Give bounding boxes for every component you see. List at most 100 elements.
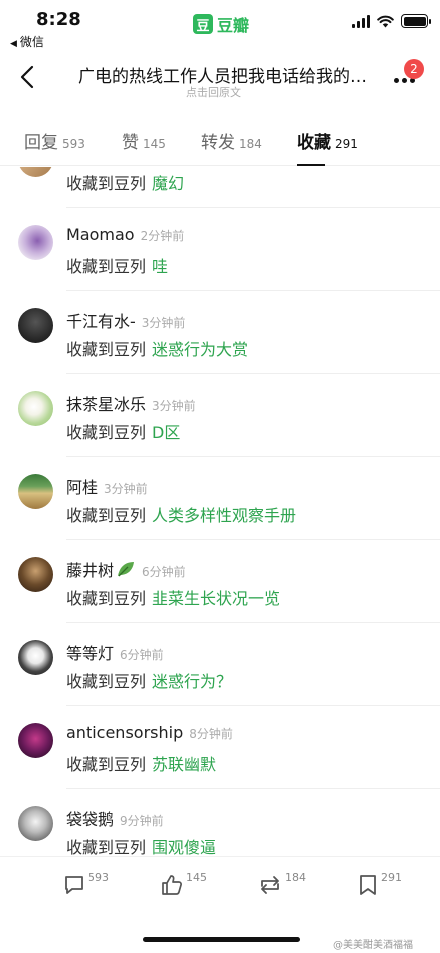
time-ago: 3分钟前	[152, 399, 196, 413]
tab-count: 291	[335, 137, 358, 151]
cellular-signal-icon	[352, 14, 370, 28]
thumbs-up-icon	[162, 875, 182, 895]
user-name-text: anticensorship	[66, 723, 184, 742]
list-item[interactable]: 袋袋鹅 9分钟前 收藏到豆列 围观傻逼	[0, 789, 440, 856]
user-name[interactable]: 抹茶星冰乐 3分钟前	[66, 391, 196, 415]
time-ago: 8分钟前	[189, 727, 233, 741]
tab-likes[interactable]: 赞 145	[122, 128, 166, 153]
user-name[interactable]: Maomao 2分钟前	[66, 225, 184, 244]
doulist-link[interactable]: D区	[152, 423, 180, 442]
leaf-badge-icon	[118, 562, 135, 577]
user-name[interactable]: 千江有水- 3分钟前	[66, 308, 185, 332]
doulist-link[interactable]: 苏联幽默	[152, 755, 216, 774]
collect-line: 收藏到豆列 迷惑行为大赏	[66, 336, 248, 360]
collect-line: 收藏到豆列 苏联幽默	[66, 751, 216, 775]
user-name-text: 阿桂	[66, 478, 99, 497]
back-button[interactable]	[14, 62, 40, 92]
brand-name: 豆瓣	[217, 16, 250, 35]
doulist-link[interactable]: 韭菜生长状况一览	[152, 589, 280, 608]
repost-icon	[261, 876, 279, 894]
list-item[interactable]: 等等灯 6分钟前 收藏到豆列 迷惑行为？	[0, 623, 440, 706]
list-item[interactable]: Maomao 2分钟前 收藏到豆列哇	[0, 208, 440, 291]
more-options-button[interactable]: 2	[390, 59, 424, 90]
collect-count: 291	[381, 871, 402, 884]
user-name-text: 抹茶星冰乐	[66, 395, 147, 414]
user-name-text: 藤井树	[66, 561, 115, 580]
tab-label: 转发	[201, 133, 235, 153]
user-name[interactable]: 阿桂 3分钟前	[66, 474, 148, 498]
user-name[interactable]: anticensorship 8分钟前	[66, 723, 233, 742]
douban-logo-icon: 豆	[193, 14, 213, 34]
tab-count: 593	[62, 137, 85, 151]
avatar[interactable]	[18, 308, 53, 343]
like-button[interactable]: 145	[160, 871, 207, 897]
active-tab-indicator	[297, 164, 325, 166]
list-item[interactable]: 收藏到豆列 魔幻	[0, 167, 440, 208]
avatar[interactable]	[18, 723, 53, 758]
collect-line: 收藏到豆列 人类多样性观察手册	[66, 502, 296, 526]
tab-reposts[interactable]: 转发 184	[201, 128, 262, 153]
time-ago: 3分钟前	[141, 316, 186, 330]
user-name-text: 千江有水-	[66, 312, 136, 331]
doulist-link[interactable]: 魔幻	[152, 174, 184, 193]
doulist-link[interactable]: 围观傻逼	[152, 838, 216, 856]
user-name-text: 等等灯	[66, 644, 115, 663]
watermark: @美美酣美酒福福	[333, 940, 413, 951]
tab-label: 收藏	[297, 133, 331, 153]
avatar[interactable]	[18, 557, 53, 592]
avatar[interactable]	[18, 225, 53, 260]
tab-collections[interactable]: 收藏 291	[297, 128, 358, 153]
wifi-icon	[377, 15, 394, 27]
avatar[interactable]	[18, 806, 53, 841]
home-indicator[interactable]	[143, 937, 300, 942]
user-name[interactable]: 等等灯 6分钟前	[66, 640, 164, 664]
battery-icon	[401, 14, 431, 28]
repost-count: 184	[285, 871, 306, 884]
avatar[interactable]	[18, 391, 53, 426]
list-item[interactable]: 藤井树 6分钟前 收藏到豆列 韭菜生长状况一览	[0, 540, 440, 623]
collect-line: 收藏到豆列 围观傻逼	[66, 834, 216, 856]
time-ago: 6分钟前	[142, 565, 186, 579]
collect-action-text: 收藏到豆列	[66, 672, 147, 691]
brand: 豆 豆瓣	[193, 12, 249, 36]
avatar[interactable]	[18, 474, 53, 509]
list-item[interactable]: 抹茶星冰乐 3分钟前 收藏到豆列 D区	[0, 374, 440, 457]
comment-icon	[65, 876, 83, 894]
chevron-left-icon	[20, 65, 34, 89]
reply-button[interactable]: 593	[62, 871, 109, 897]
collect-action-text: 收藏到豆列	[66, 755, 147, 774]
bottom-action-bar: 593 145 184 291	[0, 856, 440, 916]
collect-button[interactable]: 291	[357, 871, 402, 897]
collect-action-text: 收藏到豆列	[66, 506, 147, 525]
view-original-link[interactable]: 点击回原文	[186, 84, 241, 100]
collect-line: 收藏到豆列 魔幻	[66, 170, 184, 194]
collect-action-text: 收藏到豆列	[66, 838, 147, 856]
time-ago: 6分钟前	[120, 648, 164, 662]
doulist-link[interactable]: 哇	[152, 257, 168, 276]
user-name[interactable]: 藤井树 6分钟前	[66, 557, 186, 581]
list-item[interactable]: 千江有水- 3分钟前 收藏到豆列 迷惑行为大赏	[0, 291, 440, 374]
collect-line: 收藏到豆列哇	[66, 253, 168, 277]
back-to-app-link[interactable]: ◀ 微信	[10, 33, 44, 50]
user-name-text: 袋袋鹅	[66, 810, 115, 829]
status-bar: 8:28 ◀ 微信 豆 豆瓣	[0, 0, 440, 50]
doulist-link[interactable]: 迷惑行为大赏	[152, 340, 248, 359]
time-ago: 2分钟前	[140, 229, 185, 243]
avatar[interactable]	[18, 167, 53, 177]
doulist-link[interactable]: 迷惑行为？	[152, 672, 232, 691]
tab-replies[interactable]: 回复 593	[24, 128, 85, 153]
collect-action-text: 收藏到豆列	[66, 589, 147, 608]
notification-badge: 2	[404, 59, 424, 79]
collect-action-text: 收藏到豆列	[66, 340, 147, 359]
system-icons	[352, 14, 431, 28]
collect-action-text: 收藏到豆列	[66, 174, 147, 193]
list-item[interactable]: anticensorship 8分钟前 收藏到豆列 苏联幽默	[0, 706, 440, 789]
avatar[interactable]	[18, 640, 53, 675]
collections-list: 收藏到豆列 魔幻 Maomao 2分钟前 收藏到豆列哇 千江有水- 3分钟前 收藏到豆…	[0, 167, 440, 856]
user-name[interactable]: 袋袋鹅 9分钟前	[66, 806, 164, 830]
like-count: 145	[186, 871, 207, 884]
doulist-link[interactable]: 人类多样性观察手册	[152, 506, 296, 525]
list-item[interactable]: 阿桂 3分钟前 收藏到豆列 人类多样性观察手册	[0, 457, 440, 540]
repost-button[interactable]: 184	[257, 871, 306, 897]
collect-line: 收藏到豆列 D区	[66, 419, 180, 443]
